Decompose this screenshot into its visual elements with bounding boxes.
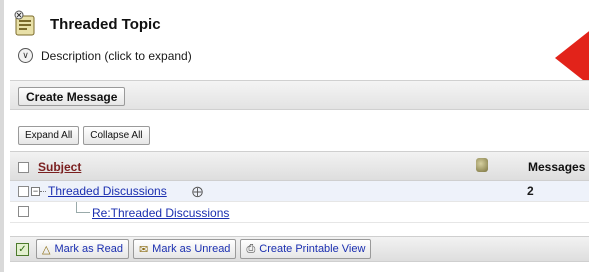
- collapse-all-button[interactable]: Collapse All: [83, 126, 150, 145]
- title-row: Threaded Topic: [10, 8, 161, 40]
- select-checked-icon[interactable]: ✓: [16, 242, 29, 256]
- mark-as-unread-button[interactable]: ✉ Mark as Unread: [132, 239, 237, 259]
- create-printable-view-button[interactable]: ⎙ Create Printable View: [240, 239, 372, 259]
- mark-as-read-button[interactable]: △ Mark as Read: [36, 239, 129, 259]
- chevron-circle-down-icon[interactable]: ∨: [18, 48, 33, 63]
- row-checkbox[interactable]: [18, 206, 29, 217]
- table-header: Subject Messages: [10, 151, 589, 181]
- mark-as-unread-label: Mark as Unread: [152, 243, 231, 255]
- page-title: Threaded Topic: [50, 15, 161, 33]
- message-count: 2: [527, 184, 534, 198]
- tree-branch: [76, 202, 90, 213]
- attachment-column-icon[interactable]: [476, 158, 488, 172]
- expand-collapse-controls: Expand All Collapse All: [18, 126, 150, 145]
- subject-column-header[interactable]: Subject: [38, 160, 81, 174]
- reply-subject-link[interactable]: Re:Threaded Discussions: [92, 206, 229, 220]
- printer-icon: ⎙: [246, 242, 256, 255]
- bulk-actions-bar: ✓ △ Mark as Read ✉ Mark as Unread ⎙ Crea…: [10, 236, 589, 262]
- open-envelope-icon: △: [42, 243, 51, 256]
- table-row: − Threaded Discussions ⨁ 2: [10, 181, 589, 202]
- tree-connector: [40, 191, 46, 192]
- threads-table: Subject Messages − Threaded Discussions …: [10, 151, 589, 223]
- mark-as-read-label: Mark as Read: [54, 243, 123, 255]
- thread-subject-link[interactable]: Threaded Discussions: [48, 184, 167, 198]
- participants-icon: ⨁: [192, 186, 203, 198]
- messages-column-header[interactable]: Messages: [528, 160, 585, 174]
- red-triangle-marker-icon: [555, 28, 589, 88]
- discussion-panel: Threaded Topic ∨ Description (click to e…: [0, 0, 589, 272]
- table-row: Re:Threaded Discussions: [10, 202, 589, 223]
- create-printable-view-label: Create Printable View: [259, 243, 366, 255]
- create-message-bar: Create Message: [10, 80, 589, 110]
- description-toggle[interactable]: ∨ Description (click to expand): [18, 48, 192, 63]
- threaded-topic-icon: [14, 10, 35, 36]
- row-checkbox[interactable]: [18, 186, 29, 197]
- description-toggle-label[interactable]: Description (click to expand): [41, 49, 192, 63]
- select-all-checkbox[interactable]: [18, 162, 29, 173]
- envelope-icon: ✉: [138, 243, 149, 256]
- collapse-thread-icon[interactable]: −: [31, 187, 40, 196]
- create-message-button[interactable]: Create Message: [18, 87, 126, 106]
- expand-all-button[interactable]: Expand All: [18, 126, 80, 145]
